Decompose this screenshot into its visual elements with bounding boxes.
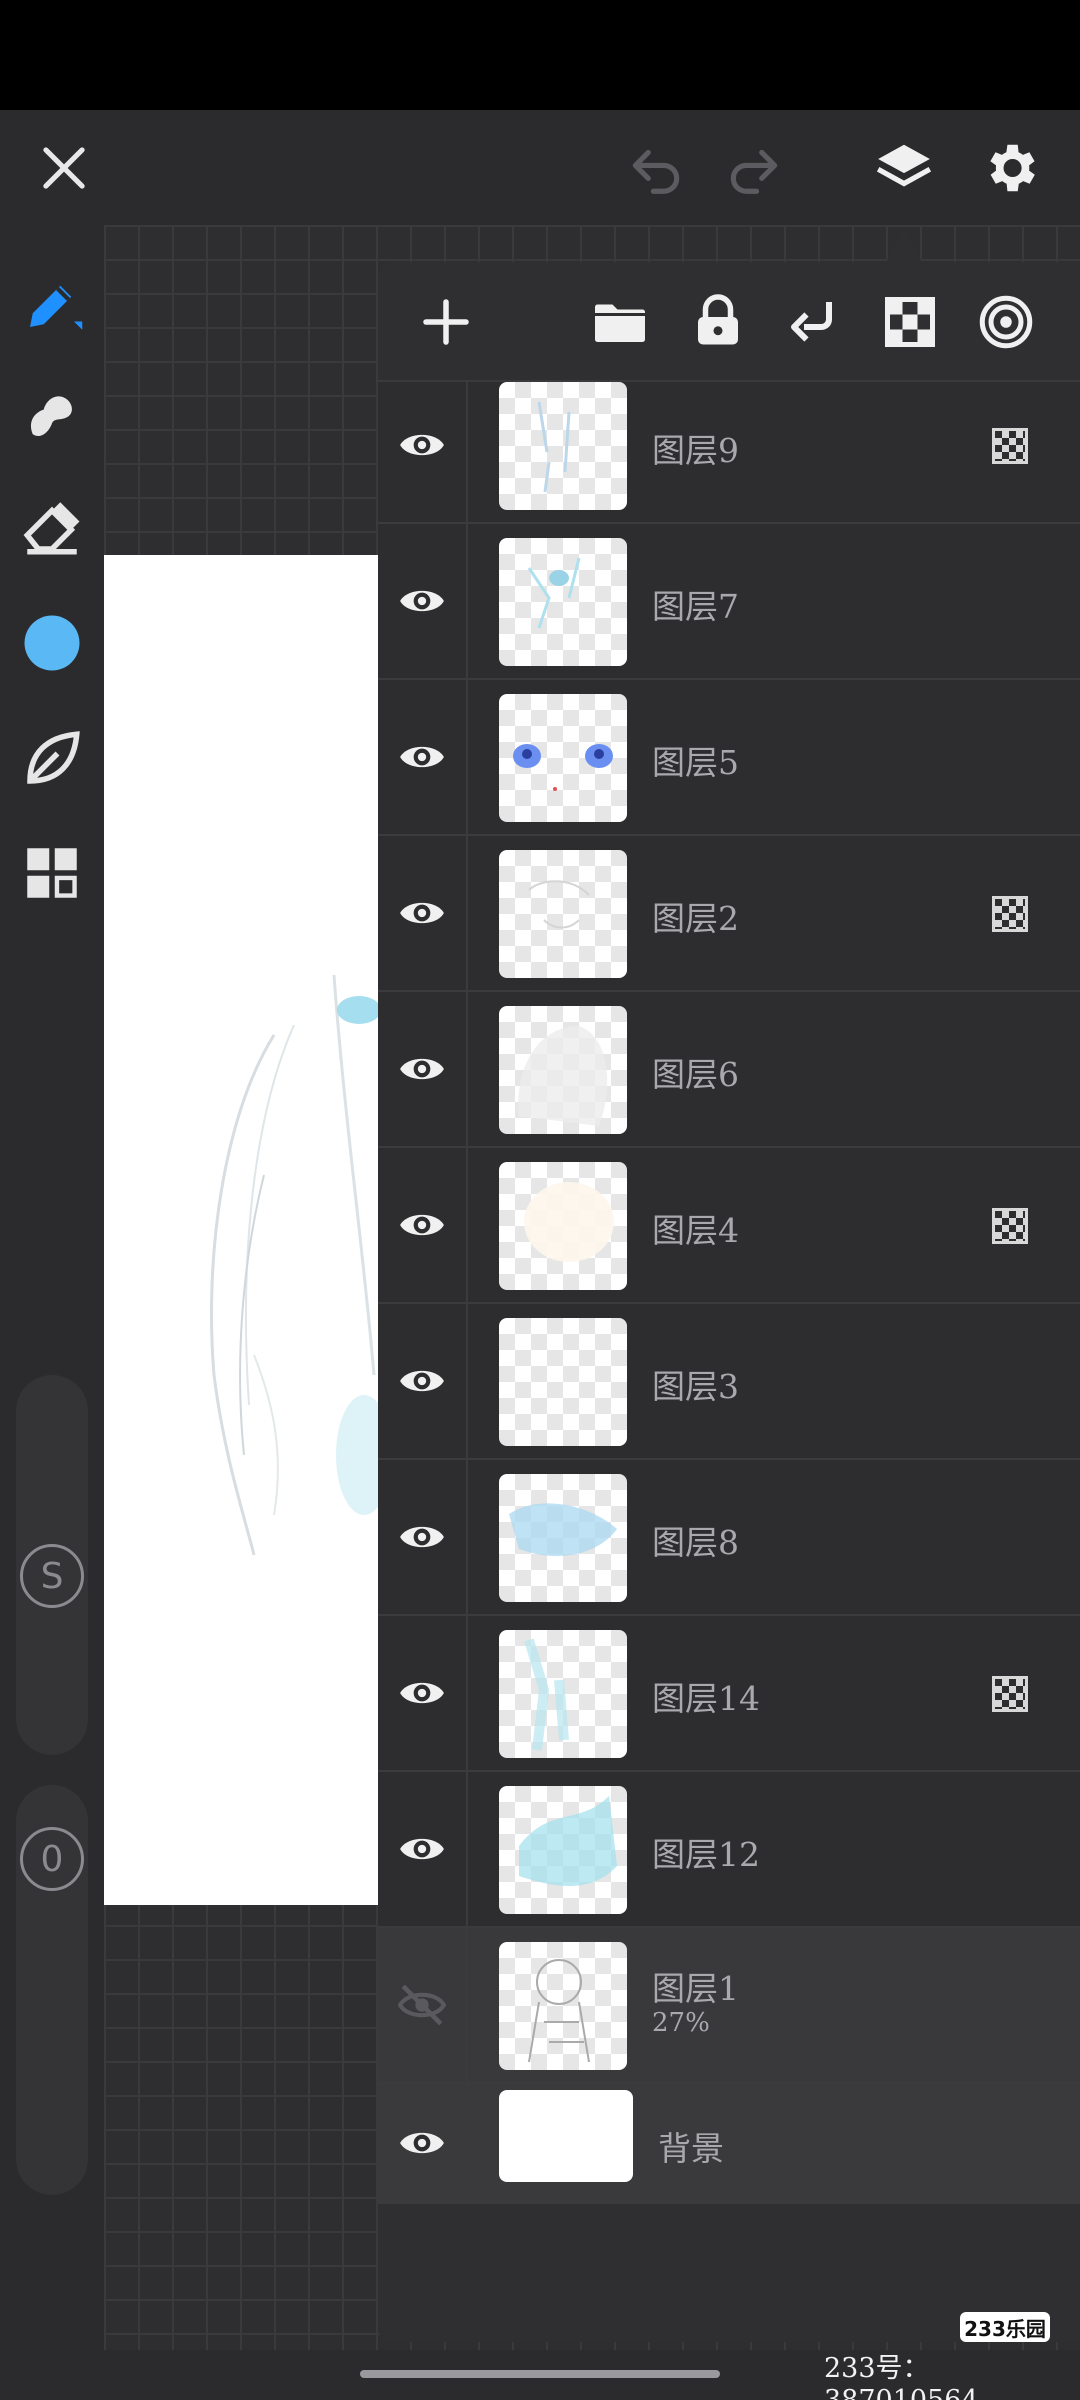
eye-icon[interactable] bbox=[378, 680, 468, 834]
layer-toolbar bbox=[378, 262, 1080, 382]
layer-name: 背景 bbox=[658, 2129, 724, 2168]
layer-row[interactable]: 图层2 bbox=[378, 836, 1080, 992]
merge-down-icon[interactable] bbox=[776, 284, 852, 360]
layer-thumbnail[interactable] bbox=[499, 1942, 627, 2070]
layer-thumbnail[interactable] bbox=[499, 538, 627, 666]
eye-icon[interactable] bbox=[378, 1304, 468, 1458]
watermark-logo: 233乐园 bbox=[960, 2312, 1050, 2342]
layer-row[interactable]: 图层12 bbox=[378, 1772, 1080, 1928]
layer-row[interactable]: 图层4 bbox=[378, 1148, 1080, 1304]
layer-name: 图层1 bbox=[652, 1969, 739, 2008]
clipping-indicator-icon bbox=[992, 896, 1028, 932]
layer-name: 图层4 bbox=[652, 1211, 739, 1250]
layer-thumbnail[interactable] bbox=[499, 1786, 627, 1914]
folder-icon[interactable] bbox=[582, 284, 658, 360]
layer-name: 图层12 bbox=[652, 1835, 760, 1874]
layer-row[interactable]: 图层3 bbox=[378, 1304, 1080, 1460]
color-swatch[interactable] bbox=[12, 603, 92, 683]
eye-icon[interactable] bbox=[378, 836, 468, 990]
clipping-indicator-icon bbox=[992, 1208, 1028, 1244]
brush-size-knob[interactable]: S bbox=[20, 1544, 84, 1608]
layer-panel: 62%图层9图层7图层5图层2图层6图层4图层3图层8图层14图层12图层127… bbox=[378, 262, 1080, 2342]
layer-name: 图层14 bbox=[652, 1679, 760, 1718]
layer-thumbnail[interactable] bbox=[499, 694, 627, 822]
drawing-canvas[interactable] bbox=[104, 555, 380, 1905]
layer-thumbnail[interactable] bbox=[499, 382, 627, 510]
eye-icon[interactable] bbox=[378, 2084, 468, 2202]
opacity-knob[interactable]: 0 bbox=[20, 1827, 84, 1891]
layer-name: 图层5 bbox=[652, 743, 739, 782]
eye-icon[interactable] bbox=[378, 992, 468, 1146]
status-bar bbox=[0, 0, 1080, 110]
layer-name: 图层9 bbox=[652, 431, 739, 470]
layer-name: 图层2 bbox=[652, 899, 739, 938]
eye-icon[interactable] bbox=[378, 368, 468, 522]
layer-thumbnail[interactable] bbox=[499, 1162, 627, 1290]
eye-icon[interactable] bbox=[378, 1616, 468, 1770]
layer-thumbnail[interactable] bbox=[499, 1474, 627, 1602]
eraser-icon[interactable] bbox=[12, 487, 92, 567]
layer-name: 图层3 bbox=[652, 1367, 739, 1406]
undo-icon[interactable] bbox=[616, 128, 696, 208]
top-toolbar bbox=[0, 110, 1080, 225]
size-label: S bbox=[40, 1555, 64, 1597]
layer-row[interactable]: 图层6 bbox=[378, 992, 1080, 1148]
smudge-icon[interactable] bbox=[12, 375, 92, 455]
lock-icon[interactable] bbox=[680, 284, 756, 360]
leaf-icon[interactable] bbox=[12, 719, 92, 799]
layer-opacity: 27% bbox=[652, 2008, 710, 2038]
layers-icon[interactable] bbox=[864, 128, 944, 208]
tool-column: S 0 bbox=[0, 225, 104, 2350]
plus-icon[interactable] bbox=[408, 284, 484, 360]
eye-icon[interactable] bbox=[378, 1148, 468, 1302]
redo-icon[interactable] bbox=[714, 128, 794, 208]
layer-row[interactable]: 图层14 bbox=[378, 1616, 1080, 1772]
gear-icon[interactable] bbox=[970, 128, 1050, 208]
checker-icon[interactable] bbox=[872, 284, 948, 360]
clipping-indicator-icon bbox=[992, 1676, 1028, 1712]
layer-row[interactable]: 背景 bbox=[378, 2084, 1080, 2204]
layer-row[interactable]: 图层5 bbox=[378, 680, 1080, 836]
target-icon[interactable] bbox=[968, 284, 1044, 360]
panel-caret bbox=[886, 232, 922, 262]
gesture-bar[interactable] bbox=[360, 2370, 720, 2378]
eye-icon[interactable] bbox=[378, 1460, 468, 1614]
layer-row[interactable]: 图层9 bbox=[378, 368, 1080, 524]
layer-row[interactable]: 图层8 bbox=[378, 1460, 1080, 1616]
layer-thumbnail[interactable] bbox=[499, 850, 627, 978]
eye-off-icon[interactable] bbox=[378, 1928, 468, 2082]
pen-icon[interactable] bbox=[12, 265, 92, 345]
eye-icon[interactable] bbox=[378, 1772, 468, 1926]
eye-icon[interactable] bbox=[378, 524, 468, 678]
layer-row[interactable]: 图层7 bbox=[378, 524, 1080, 680]
opacity-label: 0 bbox=[40, 1838, 64, 1880]
layer-thumbnail[interactable] bbox=[499, 1630, 627, 1758]
layer-name: 图层7 bbox=[652, 587, 739, 626]
layer-name: 图层8 bbox=[652, 1523, 739, 1562]
close-icon[interactable] bbox=[24, 128, 104, 208]
layer-name: 图层6 bbox=[652, 1055, 739, 1094]
layer-list[interactable]: 62%图层9图层7图层5图层2图层6图层4图层3图层8图层14图层12图层127… bbox=[378, 262, 1080, 2342]
layer-row[interactable]: 图层1 27% bbox=[378, 1928, 1080, 2084]
grid-menu-icon[interactable] bbox=[12, 833, 92, 913]
watermark-id: 233号：387010564 bbox=[824, 2353, 979, 2400]
layer-thumbnail[interactable] bbox=[499, 2090, 633, 2182]
clipping-indicator-icon bbox=[992, 428, 1028, 464]
layer-thumbnail[interactable] bbox=[499, 1006, 627, 1134]
layer-thumbnail[interactable] bbox=[499, 1318, 627, 1446]
